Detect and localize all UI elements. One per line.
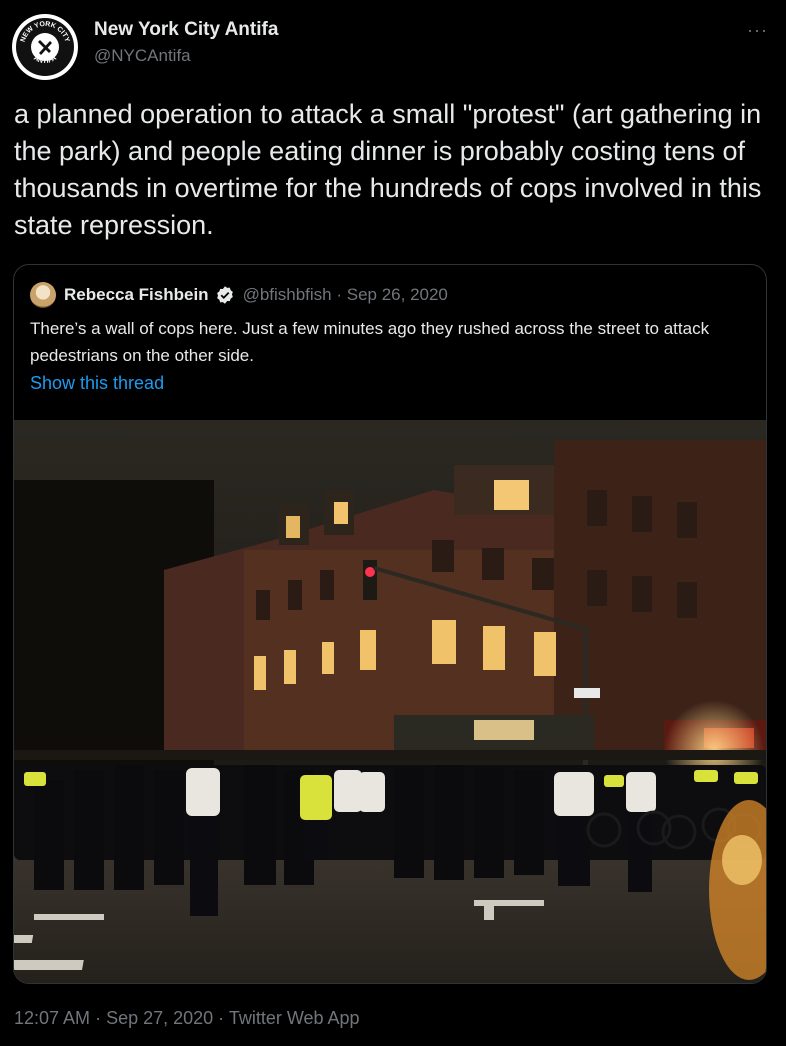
tweet-source[interactable]: Twitter Web App xyxy=(229,1008,360,1028)
quoted-author-name: Rebecca Fishbein xyxy=(64,285,209,304)
tweet-footer: 12:07 AM · Sep 27, 2020 · Twitter Web Ap… xyxy=(14,1008,360,1029)
tweet-time[interactable]: 12:07 AM xyxy=(14,1008,90,1028)
footer-separator: · xyxy=(90,1008,107,1028)
quoted-meta: @bfishbfish · Sep 26, 2020 xyxy=(242,285,448,304)
quoted-author-avatar xyxy=(30,282,56,308)
author-handle[interactable]: @NYCAntifa xyxy=(94,46,191,66)
tweet-text: a planned operation to attack a small "p… xyxy=(14,99,762,240)
tweet-header: NEW YORK CITY ANTIFA New York City Antif… xyxy=(12,10,774,80)
footer-separator: · xyxy=(213,1008,229,1028)
tweet-date[interactable]: Sep 27, 2020 xyxy=(106,1008,213,1028)
quoted-photo[interactable] xyxy=(14,420,766,983)
author-name[interactable]: New York City Antifa xyxy=(94,19,278,41)
show-thread-link[interactable]: Show this thread xyxy=(30,373,164,394)
quoted-tweet[interactable]: Rebecca Fishbein @bfishbfish · Sep 26, 2… xyxy=(13,264,767,984)
author-avatar[interactable]: NEW YORK CITY ANTIFA xyxy=(12,14,78,80)
more-options-icon[interactable]: ··· xyxy=(747,20,768,41)
antifa-logo: NEW YORK CITY ANTIFA xyxy=(16,18,74,76)
verified-badge-icon xyxy=(216,286,233,304)
night-street-police-photo xyxy=(14,420,766,983)
quoted-text: There’s a wall of cops here. Just a few … xyxy=(30,319,710,365)
quoted-tweet-header: Rebecca Fishbein @bfishbfish · Sep 26, 2… xyxy=(30,281,448,309)
